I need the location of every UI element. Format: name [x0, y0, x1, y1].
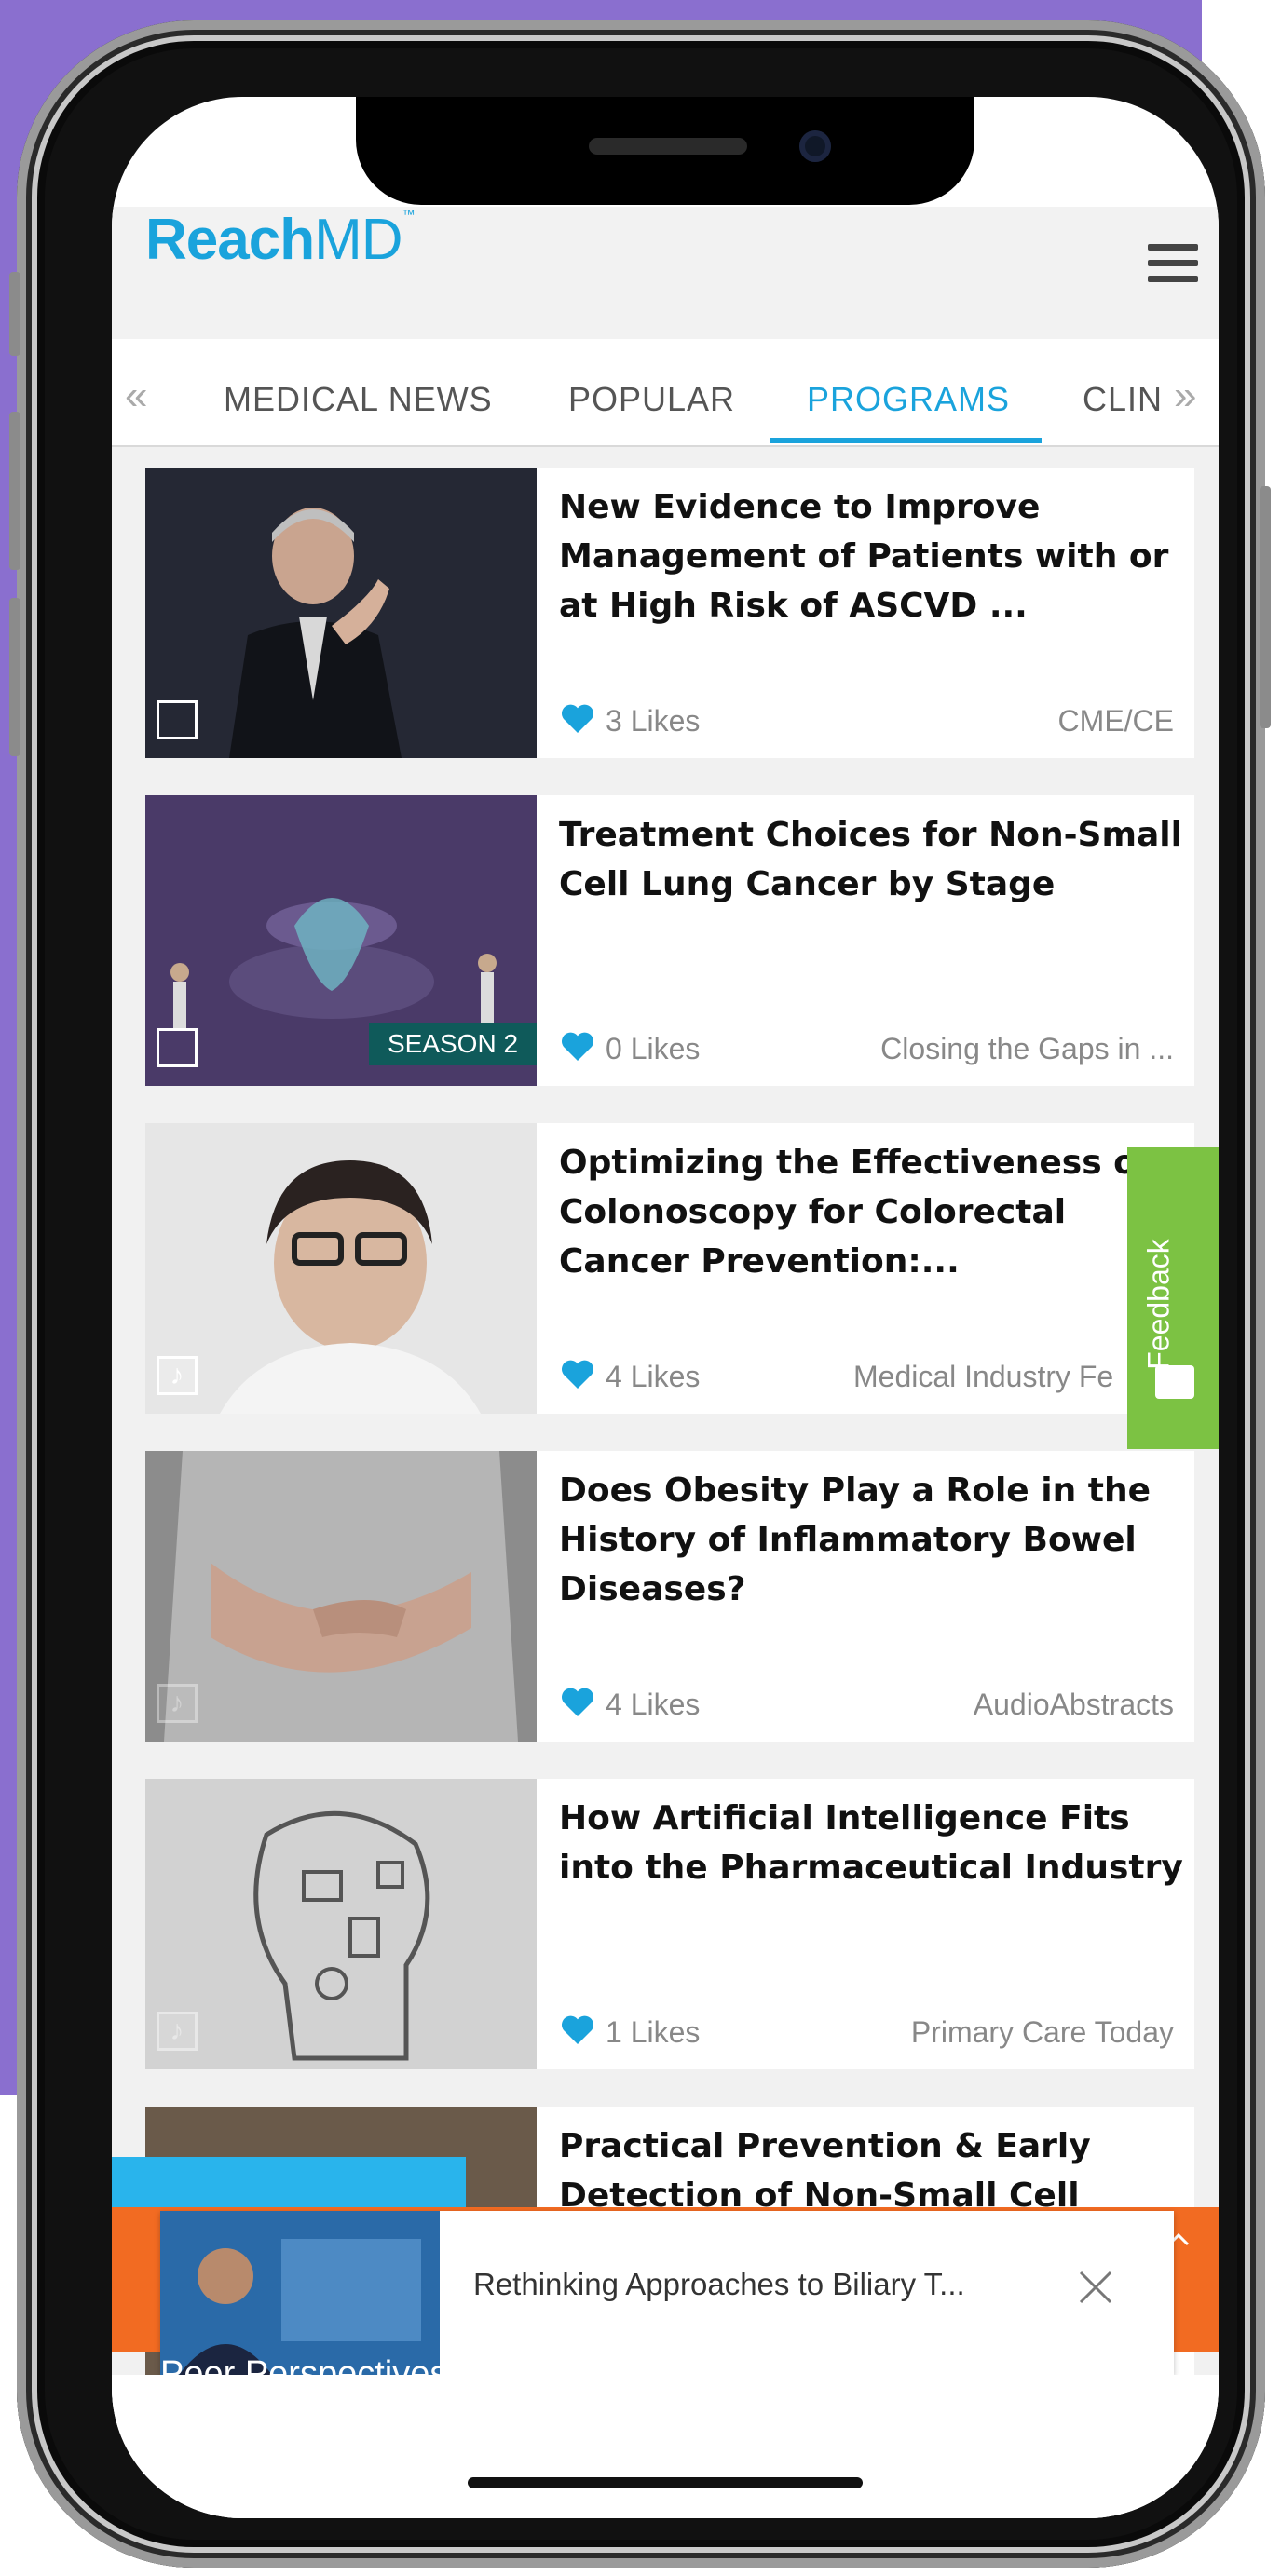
- tab-medical-news[interactable]: MEDICAL NEWS: [224, 380, 493, 419]
- likes-count: 3 Likes: [606, 704, 701, 738]
- power-button: [1260, 486, 1271, 728]
- heart-icon[interactable]: [559, 2012, 596, 2049]
- notch: [356, 97, 974, 205]
- program-card[interactable]: ♪ Does Obesity Play a Role in the Histor…: [145, 1451, 1194, 1742]
- volume-up-button: [9, 412, 20, 570]
- program-title[interactable]: Practical Prevention & Early Detection o…: [559, 2122, 1192, 2215]
- program-title[interactable]: Optimizing the Effectiveness of Colonosc…: [559, 1138, 1192, 1286]
- program-thumbnail[interactable]: ♪: [145, 1451, 537, 1742]
- category-tabs: « MEDICAL NEWS POPULAR PROGRAMS CLIN »: [112, 345, 1219, 447]
- tab-popular[interactable]: POPULAR: [568, 380, 735, 419]
- active-tab-indicator: [770, 438, 1042, 443]
- player-title: Rethinking Approaches to Biliary T...: [473, 2267, 965, 2301]
- mute-switch: [9, 272, 20, 356]
- program-source: Medical Industry Fe: [853, 1360, 1114, 1393]
- heart-icon[interactable]: [559, 1356, 596, 1393]
- program-title[interactable]: How Artificial Intelligence Fits into th…: [559, 1794, 1192, 1892]
- double-chevron-left-icon[interactable]: «: [125, 373, 147, 419]
- music-note-icon: ♪: [157, 2012, 198, 2051]
- likes-count: 4 Likes: [606, 1688, 701, 1721]
- double-chevron-right-icon[interactable]: »: [1174, 373, 1196, 419]
- player-thumbnail[interactable]: [160, 2211, 440, 2375]
- music-note-icon: ♪: [157, 1356, 198, 1395]
- volume-down-button: [9, 598, 20, 756]
- speaker: [589, 138, 747, 155]
- home-indicator[interactable]: [468, 2477, 863, 2488]
- program-card[interactable]: New Evidence to Improve Management of Pa…: [145, 468, 1194, 758]
- tab-clinical[interactable]: CLIN: [1083, 380, 1163, 419]
- heart-icon[interactable]: [559, 1028, 596, 1065]
- phone-frame: ReachMD™ « MEDICAL NEWS POPULAR PROGRAMS…: [9, 20, 1271, 2568]
- music-note-icon: ♪: [157, 1684, 198, 1723]
- likes-count: 1 Likes: [606, 2015, 701, 2049]
- program-title[interactable]: New Evidence to Improve Management of Pa…: [559, 482, 1192, 630]
- front-camera: [799, 130, 831, 162]
- feedback-tab[interactable]: Feedback: [1127, 1147, 1219, 1449]
- likes-count: 0 Likes: [606, 1032, 701, 1065]
- program-source: Closing the Gaps in ...: [880, 1032, 1174, 1065]
- program-source: AudioAbstracts: [973, 1688, 1174, 1721]
- program-source: Primary Care Today: [910, 2015, 1174, 2049]
- heart-icon[interactable]: [559, 700, 596, 738]
- program-thumbnail[interactable]: ♪: [145, 1779, 537, 2069]
- smiley-icon: [1155, 1365, 1194, 1399]
- phone-screen: ReachMD™ « MEDICAL NEWS POPULAR PROGRAMS…: [112, 97, 1219, 2518]
- close-icon[interactable]: [1068, 2259, 1124, 2315]
- program-thumbnail[interactable]: ♪: [145, 1123, 537, 1414]
- tab-programs[interactable]: PROGRAMS: [807, 380, 1010, 419]
- program-card[interactable]: ♪ How Artificial Intelligence Fits into …: [145, 1779, 1194, 2069]
- video-icon: [157, 1028, 198, 1067]
- reachmd-logo[interactable]: ReachMD™: [145, 207, 416, 273]
- program-card[interactable]: SEASON 2 Treatment Choices for Non-Small…: [145, 795, 1194, 1086]
- season-badge: SEASON 2: [369, 1023, 537, 1065]
- menu-icon[interactable]: [1148, 244, 1198, 291]
- mini-player[interactable]: Rethinking Approaches to Biliary T...: [160, 2211, 1174, 2375]
- program-title[interactable]: Does Obesity Play a Role in the History …: [559, 1466, 1192, 1614]
- program-title[interactable]: Treatment Choices for Non-Small Cell Lun…: [559, 810, 1192, 909]
- likes-count: 4 Likes: [606, 1360, 701, 1393]
- video-icon: [157, 700, 198, 739]
- program-thumbnail[interactable]: SEASON 2: [145, 795, 537, 1086]
- program-source: CME/CE: [1057, 704, 1174, 738]
- program-thumbnail[interactable]: [145, 468, 537, 758]
- bottom-area: [112, 2375, 1219, 2518]
- program-card[interactable]: ♪ Optimizing the Effectiveness of Colono…: [145, 1123, 1194, 1414]
- heart-icon[interactable]: [559, 1684, 596, 1721]
